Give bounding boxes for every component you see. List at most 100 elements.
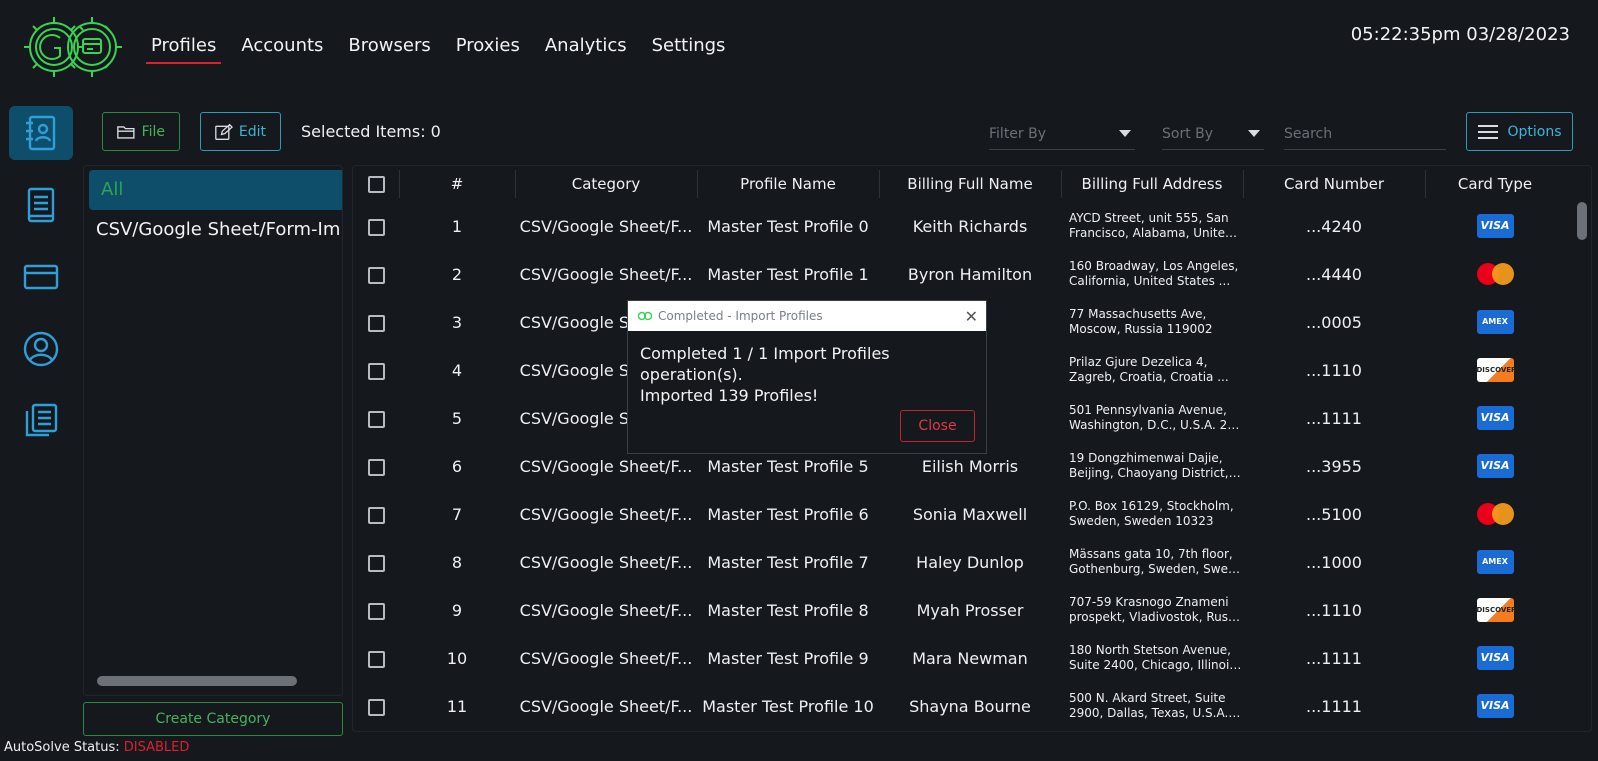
sidebar-item-documents[interactable] <box>9 178 73 232</box>
row-billing-name: Byron Hamilton <box>907 264 1033 284</box>
user-circle-icon <box>23 331 59 367</box>
row-checkbox[interactable] <box>367 602 385 620</box>
address-line1: Prilaz Gjure Dezelica 4, <box>1069 355 1208 369</box>
autosolve-status: AutoSolve Status: DISABLED <box>4 740 189 755</box>
sort-by-select[interactable]: Sort By <box>1162 118 1264 150</box>
selected-items-count: Selected Items: 0 <box>301 122 441 141</box>
row-category: CSV/Google Sheet/F... <box>519 696 693 716</box>
nav-accounts[interactable]: Accounts <box>236 34 328 64</box>
sidebar-item-accounts[interactable] <box>9 322 73 376</box>
row-card-type: DISCOVER <box>1425 346 1565 394</box>
row-card-number: ...4240 <box>1306 216 1362 236</box>
select-all-header <box>353 166 399 202</box>
sidebar-item-cards[interactable] <box>9 250 73 304</box>
row-checkbox-cell <box>353 298 399 346</box>
table-row[interactable]: 9 CSV/Google Sheet/F... Master Test Profil… <box>353 586 1565 634</box>
row-card-number: ...1111 <box>1306 696 1362 716</box>
close-icon[interactable]: ✕ <box>965 307 978 326</box>
mastercard-card-icon <box>1476 502 1514 526</box>
table-row[interactable]: 10 CSV/Google Sheet/F... Master Test Profi… <box>353 634 1565 682</box>
row-checkbox-cell <box>353 682 399 730</box>
row-billing-address: 707-59 Krasnogo Znameni prospekt, Vladivo… <box>1061 586 1243 634</box>
header-card-type[interactable]: Card Type <box>1425 166 1565 202</box>
row-checkbox[interactable] <box>367 554 385 572</box>
nav-proxies[interactable]: Proxies <box>451 34 525 64</box>
category-scrollbar[interactable] <box>97 676 297 686</box>
nav-browsers[interactable]: Browsers <box>343 34 435 64</box>
sidebar-item-logs[interactable] <box>9 394 73 448</box>
nav-analytics[interactable]: Analytics <box>540 34 632 64</box>
table-row[interactable]: 7 CSV/Google Sheet/F... Master Test Profil… <box>353 490 1565 538</box>
row-checkbox[interactable] <box>367 698 385 716</box>
row-billing-name: Shayna Bourne <box>909 696 1031 716</box>
address-line2: California, United States ... <box>1069 274 1231 288</box>
row-number: 4 <box>451 360 463 380</box>
header-number[interactable]: # <box>399 166 515 202</box>
credit-card-icon <box>23 264 59 290</box>
row-checkbox-cell <box>353 538 399 586</box>
dialog-close-button[interactable]: Close <box>900 410 975 442</box>
table-row[interactable]: 1 CSV/Google Sheet/F... Master Test Profil… <box>353 202 1565 250</box>
search-placeholder: Search <box>1284 125 1333 142</box>
row-checkbox[interactable] <box>367 266 385 284</box>
row-card-number: ...1000 <box>1306 552 1362 572</box>
file-button[interactable]: File <box>102 112 180 151</box>
address-line2: Washington, D.C., U.S.A. 20001 <box>1069 418 1243 432</box>
row-card-type: VISA <box>1425 442 1565 490</box>
table-row[interactable]: 2 CSV/Google Sheet/F... Master Test Profil… <box>353 250 1565 298</box>
row-profile-name: Master Test Profile 8 <box>707 600 869 620</box>
app-logo <box>22 12 126 82</box>
autosolve-label: AutoSolve Status: <box>4 740 120 755</box>
row-checkbox[interactable] <box>367 650 385 668</box>
row-category: CSV/Google Sheet/F... <box>519 600 693 620</box>
header-billing-full-name[interactable]: Billing Full Name <box>879 166 1061 202</box>
address-line2: Moscow, Russia 119002 <box>1069 322 1213 336</box>
filter-by-select[interactable]: Filter By <box>989 118 1135 150</box>
row-checkbox[interactable] <box>367 218 385 236</box>
row-checkbox[interactable] <box>367 458 385 476</box>
sidebar-item-profiles[interactable] <box>9 106 73 160</box>
row-checkbox-cell <box>353 202 399 250</box>
nav-profiles[interactable]: Profiles <box>146 34 222 64</box>
row-category: CSV/Google Sheet/F... <box>519 648 693 668</box>
row-profile-name: Master Test Profile 1 <box>707 264 869 284</box>
visa-card-icon: VISA <box>1476 454 1514 478</box>
search-input[interactable]: Search <box>1284 118 1446 150</box>
row-checkbox-cell <box>353 490 399 538</box>
category-item-csv[interactable]: CSV/Google Sheet/Form-Import <box>84 210 342 250</box>
header-billing-full-address[interactable]: Billing Full Address <box>1061 166 1243 202</box>
row-card-number: ...5100 <box>1306 504 1362 524</box>
row-billing-address: Prilaz Gjure Dezelica 4, Zagreb, Croatia,… <box>1061 346 1243 394</box>
row-card-type <box>1425 250 1565 298</box>
address-line2: 2900, Dallas, Texas, U.S.A. ... <box>1069 706 1243 720</box>
row-checkbox[interactable] <box>367 410 385 428</box>
visa-card-icon: VISA <box>1476 406 1514 430</box>
dialog-message-line2: Imported 139 Profiles! <box>640 386 819 405</box>
nav-settings[interactable]: Settings <box>647 34 731 64</box>
create-category-button[interactable]: Create Category <box>83 702 343 736</box>
filter-by-placeholder: Filter By <box>989 125 1047 142</box>
header-card-number[interactable]: Card Number <box>1243 166 1425 202</box>
row-category: CSV/Google Sheet/F... <box>519 264 693 284</box>
header-profile-name[interactable]: Profile Name <box>697 166 879 202</box>
header-category[interactable]: Category <box>515 166 697 202</box>
row-category: CSV/Google Sheet/F... <box>519 504 693 524</box>
profiles-book-icon <box>26 115 56 151</box>
row-checkbox[interactable] <box>367 362 385 380</box>
address-line1: 707-59 Krasnogo Znameni <box>1069 595 1229 609</box>
row-checkbox[interactable] <box>367 506 385 524</box>
options-button[interactable]: Options <box>1466 112 1573 151</box>
address-line1: 500 N. Akard Street, Suite <box>1069 691 1226 705</box>
table-row[interactable]: 11 CSV/Google Sheet/F... Master Test Profi… <box>353 682 1565 730</box>
edit-button[interactable]: Edit <box>200 112 281 151</box>
row-profile-name: Master Test Profile 9 <box>707 648 869 668</box>
address-line1: P.O. Box 16129, Stockholm, <box>1069 499 1234 513</box>
copy-documents-icon <box>25 403 58 437</box>
visa-card-icon: VISA <box>1476 646 1514 670</box>
category-item-all[interactable]: All <box>89 170 342 210</box>
row-checkbox[interactable] <box>367 314 385 332</box>
dialog-titlebar: Completed - Import Profiles ✕ <box>628 301 986 331</box>
table-scrollbar[interactable] <box>1577 202 1587 240</box>
select-all-checkbox[interactable] <box>367 176 385 193</box>
table-row[interactable]: 8 CSV/Google Sheet/F... Master Test Profil… <box>353 538 1565 586</box>
